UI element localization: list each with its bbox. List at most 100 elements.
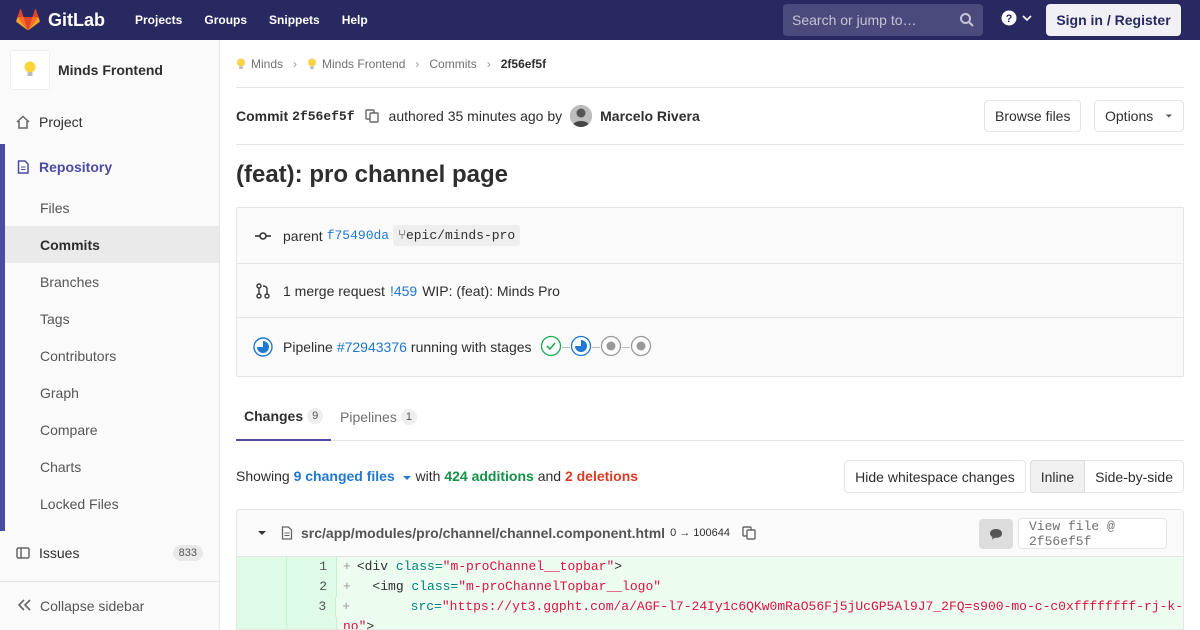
- new-line-number[interactable]: 3: [286, 597, 337, 617]
- stage-connector: [621, 346, 630, 348]
- sidebar-item-project[interactable]: Project: [0, 104, 219, 140]
- diff-line: 3 + src="https://yt3.ggpht.com/a/AGF-l7-…: [237, 597, 1183, 617]
- file-path[interactable]: src/app/modules/pro/channel/channel.comp…: [301, 525, 665, 541]
- line-content: + <img class="m-proChannelTopbar__logo": [343, 579, 662, 594]
- sidebar-item-charts[interactable]: Charts: [5, 448, 219, 485]
- tab-changes[interactable]: Changes 9: [236, 393, 332, 441]
- view-file-button[interactable]: View file @ 2f56ef5f: [1018, 518, 1167, 549]
- commit-icon: [253, 231, 273, 241]
- search-input[interactable]: Search or jump to…: [783, 4, 983, 36]
- avatar[interactable]: [570, 105, 593, 127]
- code-token: >: [614, 559, 623, 574]
- commit-info-box: parent f75490da ⑂epic/minds-pro 1 merge …: [236, 207, 1184, 377]
- branch-badge[interactable]: ⑂epic/minds-pro: [393, 225, 521, 246]
- line-content: + <div class="m-proChannel__topbar">: [343, 559, 623, 574]
- breadcrumb: Minds › Minds Frontend › Commits › 2f56ef5f: [236, 40, 1184, 88]
- stage-pending-icon[interactable]: [630, 335, 652, 360]
- pipeline-label: Pipeline: [283, 339, 333, 355]
- lightbulb-icon: [307, 57, 317, 69]
- issues-icon: [16, 546, 30, 560]
- sidebar-item-label: Issues: [39, 545, 80, 561]
- issues-count-badge: 833: [172, 545, 203, 561]
- old-line-number: [237, 617, 287, 629]
- nav-snippets[interactable]: Snippets: [269, 13, 320, 27]
- nav-projects[interactable]: Projects: [135, 13, 182, 27]
- sidebar-item-repository[interactable]: Repository: [0, 147, 219, 187]
- gitlab-home-link[interactable]: GitLab: [16, 0, 105, 40]
- commit-title: (feat): pro channel page: [236, 161, 509, 188]
- comment-icon: [990, 529, 1002, 540]
- tab-label: Pipelines: [340, 409, 397, 425]
- branch-name: epic/minds-pro: [405, 228, 516, 243]
- new-line-number: [287, 617, 337, 629]
- file-icon: [281, 526, 293, 540]
- tab-count-badge: 1: [400, 409, 417, 425]
- nav-help[interactable]: Help: [342, 13, 368, 27]
- sidebar-item-files[interactable]: Files: [5, 189, 219, 226]
- author-name[interactable]: Marcelo Rivera: [600, 108, 700, 124]
- caret-down-icon: [402, 476, 411, 480]
- new-line-number[interactable]: 2: [287, 577, 337, 597]
- breadcrumb-label: Minds: [251, 56, 284, 71]
- collapse-sidebar-button[interactable]: Collapse sidebar: [0, 581, 219, 630]
- toggle-comments-button[interactable]: [979, 519, 1013, 549]
- commit-header: Commit 2f56ef5f authored 35 minutes ago …: [236, 88, 1184, 145]
- sidebar-item-graph[interactable]: Graph: [5, 374, 219, 411]
- changed-files-dropdown[interactable]: 9 changed files: [294, 468, 412, 484]
- merge-request-icon: [253, 282, 273, 299]
- hide-whitespace-button[interactable]: Hide whitespace changes: [844, 460, 1026, 493]
- sidebar-item-label: Repository: [39, 159, 113, 175]
- inline-view-button[interactable]: Inline: [1029, 460, 1086, 493]
- breadcrumb-commits[interactable]: Commits ›: [429, 57, 500, 71]
- sidebar-item-branches[interactable]: Branches: [5, 263, 219, 300]
- merge-request-link[interactable]: !459: [390, 283, 417, 299]
- parent-row: parent f75490da ⑂epic/minds-pro: [237, 208, 1183, 264]
- diff-line-wrap: no">: [237, 617, 1183, 629]
- sidebar-item-compare[interactable]: Compare: [5, 411, 219, 448]
- sidebar: Minds Frontend Project Repository Files …: [0, 40, 220, 630]
- main-content: Minds › Minds Frontend › Commits › 2f56ef5f…: [236, 40, 1184, 511]
- tab-pipelines[interactable]: Pipelines 1: [340, 393, 417, 441]
- nav-groups[interactable]: Groups: [204, 13, 247, 27]
- breadcrumb-label: 2f56ef5f: [500, 56, 547, 71]
- code-token: class=: [395, 559, 443, 574]
- browse-files-button[interactable]: Browse files: [984, 100, 1082, 132]
- sidebar-item-tags[interactable]: Tags: [5, 300, 219, 337]
- help-dropdown[interactable]: ?: [1001, 10, 1033, 26]
- project-name: Minds Frontend: [58, 62, 163, 78]
- sidebar-item-contributors[interactable]: Contributors: [5, 337, 219, 374]
- pipeline-running-icon[interactable]: [253, 337, 273, 357]
- commit-sha: 2f56ef5f: [292, 108, 355, 124]
- sidebar-item-issues[interactable]: Issues 833: [0, 535, 219, 571]
- sidebar-item-locked-files[interactable]: Locked Files: [5, 485, 219, 522]
- tab-count-badge: 9: [307, 408, 324, 424]
- chevron-right-icon: ›: [293, 56, 298, 71]
- code-token: "m-proChannelTopbar__logo": [458, 579, 662, 594]
- brand-name: GitLab: [48, 9, 105, 30]
- sidebar-project-header[interactable]: Minds Frontend: [0, 40, 219, 100]
- copy-icon[interactable]: [364, 109, 379, 123]
- breadcrumb-label: Minds Frontend: [322, 56, 406, 71]
- options-dropdown[interactable]: Options: [1094, 100, 1184, 132]
- gitlab-logo-icon: [16, 9, 40, 31]
- parent-sha-link[interactable]: f75490da: [327, 228, 389, 243]
- sidebar-item-commits[interactable]: Commits: [5, 226, 219, 263]
- stage-running-icon[interactable]: [570, 335, 592, 360]
- pipeline-link[interactable]: #72943376: [337, 339, 407, 355]
- chevron-down-icon: [1022, 15, 1032, 22]
- code-token: "https://yt3.ggpht.com/a/AGF-l7-24Iy1c6Q…: [441, 599, 1183, 614]
- sign-in-button[interactable]: Sign in / Register: [1046, 4, 1181, 36]
- breadcrumb-minds-frontend[interactable]: Minds Frontend ›: [307, 57, 429, 71]
- side-by-side-view-button[interactable]: Side-by-side: [1085, 460, 1184, 493]
- new-line-number[interactable]: 1: [287, 557, 337, 577]
- tab-label: Changes: [244, 408, 304, 424]
- copy-icon[interactable]: [742, 526, 756, 540]
- caret-down-icon[interactable]: [257, 530, 267, 536]
- commit-label: Commit: [236, 108, 289, 124]
- breadcrumb-current[interactable]: 2f56ef5f: [501, 57, 546, 71]
- stage-pending-icon[interactable]: [600, 335, 622, 360]
- with-text: with: [415, 468, 441, 484]
- stage-success-icon[interactable]: [540, 335, 562, 360]
- breadcrumb-minds[interactable]: Minds ›: [236, 57, 307, 71]
